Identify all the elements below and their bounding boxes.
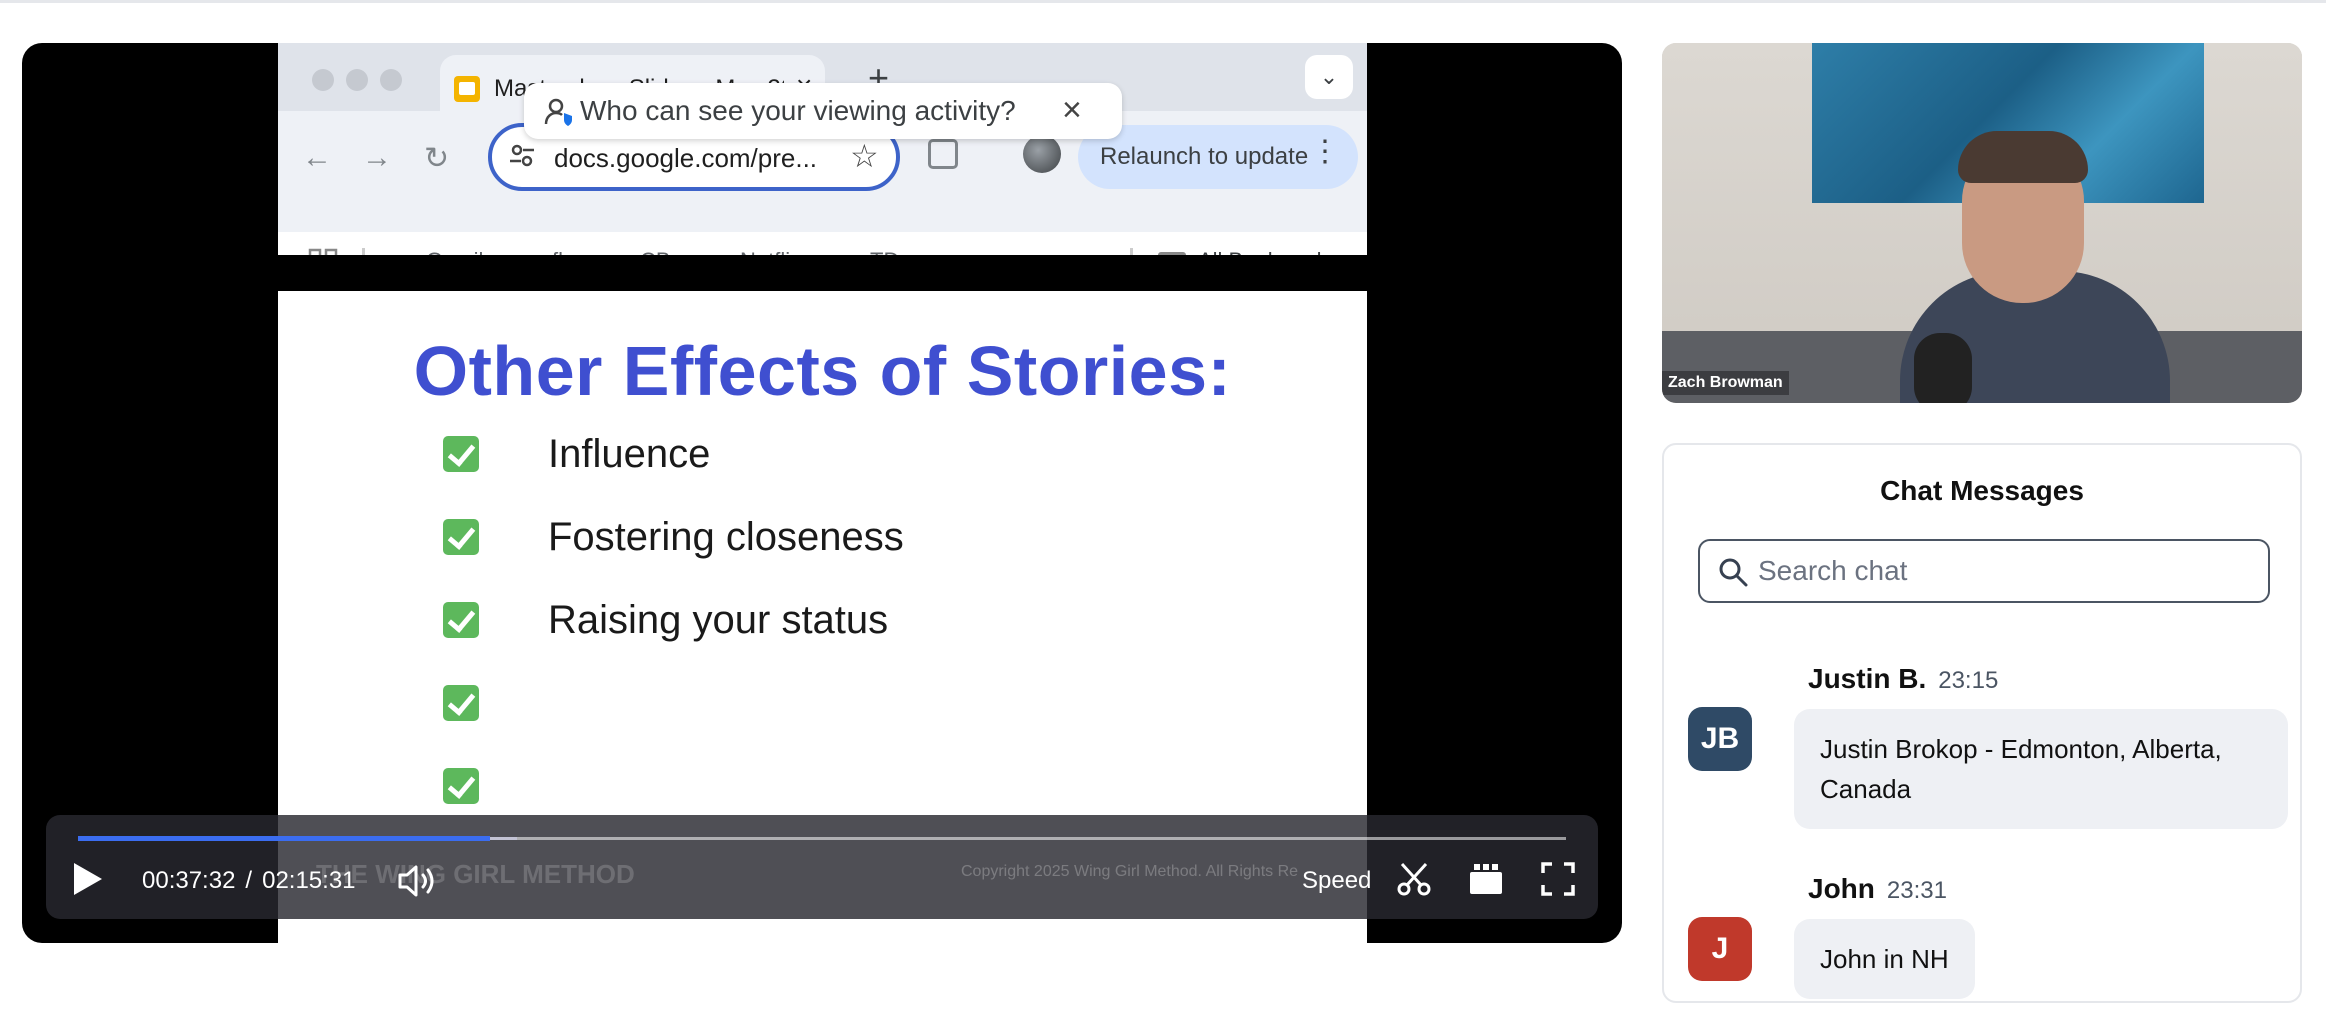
shared-screen: Masterclass Slides - May 202 × + ⌄ ← → ↻… [278,43,1367,943]
time-display: 00:37:32 / 02:15:31 [142,867,356,895]
profile-avatar [1023,135,1061,173]
message-bubble: John in NH [1794,919,1975,999]
check-icon [443,436,479,472]
message-time: 23:15 [1938,667,1999,694]
message-bubble: Justin Brokop - Edmonton, Alberta, Canad… [1794,709,2288,829]
message-time: 23:31 [1886,877,1947,904]
scissors-clip-icon[interactable] [1396,861,1432,897]
duration: 02:15:31 [262,867,356,894]
slides-icon [454,76,480,102]
microphone [1914,333,1972,403]
relaunch-button: Relaunch to update ⋮ [1078,125,1358,189]
bullet-label: Influence [548,432,711,476]
extensions-icon [928,139,958,169]
popup-close-icon: × [1062,91,1082,129]
back-arrow-icon: ← [302,141,332,174]
check-icon [443,685,479,721]
player-controls: THE WING GIRL METHOD Copyright 2025 Wing… [46,815,1598,919]
progress-bar[interactable] [78,836,1566,841]
tab-search-icon: ⌄ [1305,55,1353,99]
slide-watermark: THE WING GIRL METHOD [316,859,635,889]
author-name: Justin B. [1808,663,1927,694]
played-range [78,836,491,841]
reload-icon: ↻ [424,142,450,175]
video-player[interactable]: Masterclass Slides - May 202 × + ⌄ ← → ↻… [22,43,1622,943]
check-icon [443,768,479,804]
check-icon [443,519,479,555]
presenter-hair [1958,131,2088,183]
window-close-dot [312,69,334,91]
search-icon [1719,558,1748,587]
message-author: John 23:31 [1808,873,1947,905]
theater-mode-icon[interactable] [1468,861,1504,897]
chat-message: JB Justin B. 23:15 Justin Brokop - Edmont… [1688,663,2288,833]
person-shield-icon [544,98,572,126]
avatar: J [1688,917,1752,981]
author-name: John [1808,873,1875,904]
chat-search-box [1698,539,2270,603]
bullet-label: Raising your status [548,598,889,642]
check-icon [443,602,479,638]
chat-message: J John 23:31 John in NH [1688,873,2278,1013]
bullet-label: Fostering closeness [548,515,904,559]
play-icon[interactable] [74,863,102,895]
more-vert-icon: ⋮ [1310,135,1340,168]
window-zoom-dot [380,69,402,91]
speed-button[interactable]: Speed [1302,867,1371,895]
popup-text: Who can see your viewing activity? [580,95,1016,126]
forward-arrow-icon: → [362,141,392,174]
volume-icon[interactable] [396,863,436,899]
chat-title: Chat Messages [1880,475,2084,506]
window-minimize-dot [346,69,368,91]
site-settings-icon [510,144,534,167]
fullscreen-icon[interactable] [1540,861,1576,897]
slide-copyright: Copyright 2025 Wing Girl Method. All Rig… [961,863,1299,880]
avatar: JB [1688,707,1752,771]
presenter-name-tag: Zach Browman [1662,371,1789,395]
viewing-activity-popup: Who can see your viewing activity? × [524,83,1122,139]
current-time: 00:37:32 [142,867,236,894]
bookmark-star-icon: ☆ [850,138,879,174]
message-author: Justin B. 23:15 [1808,663,1998,695]
slide-title: Other Effects of Stories: [413,332,1232,410]
presenter-video: Zach Browman [1662,43,2302,403]
slide-top-band [278,255,1367,291]
relaunch-label: Relaunch to update [1100,143,1309,170]
chat-search-input[interactable] [1758,551,2248,591]
top-divider [0,0,2326,3]
chat-panel: Chat Messages JB Justin B. 23:15 Justin B… [1662,443,2302,1003]
time-separator: / [245,867,253,894]
url-text: docs.google.com/pre... [554,143,818,173]
